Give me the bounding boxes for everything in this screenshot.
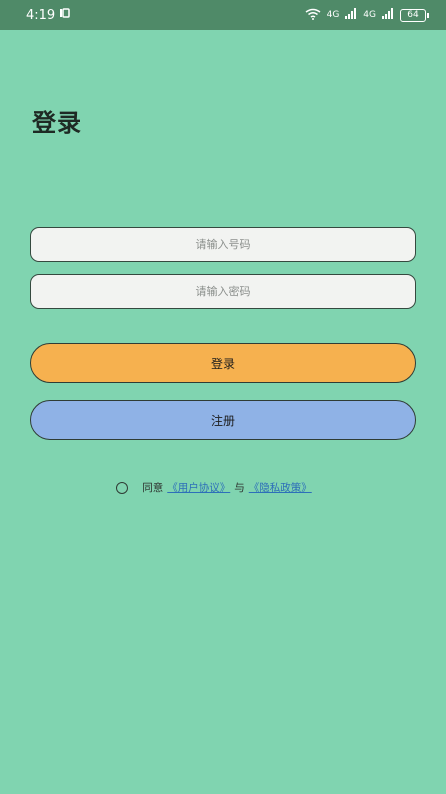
privacy-policy-link[interactable]: 《隐私政策》 xyxy=(249,480,312,495)
status-bar: 4:19 4G 4G 64 xyxy=(0,0,446,30)
page-title: 登录 xyxy=(32,109,82,137)
agreement-connector: 与 xyxy=(234,482,245,494)
password-input[interactable] xyxy=(31,274,415,309)
agreement-prefix: 同意 xyxy=(142,482,164,494)
signal-1-icon xyxy=(345,8,357,22)
login-screen: 4:19 4G 4G 64 登录 请输入号码 登录 注册 同意 《用户协议》 与… xyxy=(0,0,446,794)
register-button-label: 注册 xyxy=(210,413,235,428)
agreement-row: 同意 《用户协议》 与 《隐私政策》 xyxy=(0,480,446,495)
wifi-icon xyxy=(305,8,321,23)
signal-2-icon xyxy=(382,8,394,22)
register-button[interactable]: 注册 xyxy=(30,400,416,440)
agreement-radio[interactable] xyxy=(116,481,129,494)
signal-2-label: 4G xyxy=(363,10,376,20)
phone-input[interactable] xyxy=(31,227,415,262)
user-agreement-link[interactable]: 《用户协议》 xyxy=(167,480,230,495)
status-left: 4:19 xyxy=(26,7,71,23)
status-right: 4G 4G 64 xyxy=(305,8,429,23)
battery-level: 64 xyxy=(407,9,419,20)
password-field[interactable] xyxy=(30,274,416,309)
status-app-icon xyxy=(59,7,71,23)
phone-field[interactable] xyxy=(30,227,416,262)
login-button[interactable]: 登录 xyxy=(30,343,416,383)
battery-icon: 64 xyxy=(400,8,429,22)
status-time: 4:19 xyxy=(26,7,56,23)
login-button-label: 登录 xyxy=(210,356,235,371)
signal-1-label: 4G xyxy=(326,10,340,20)
